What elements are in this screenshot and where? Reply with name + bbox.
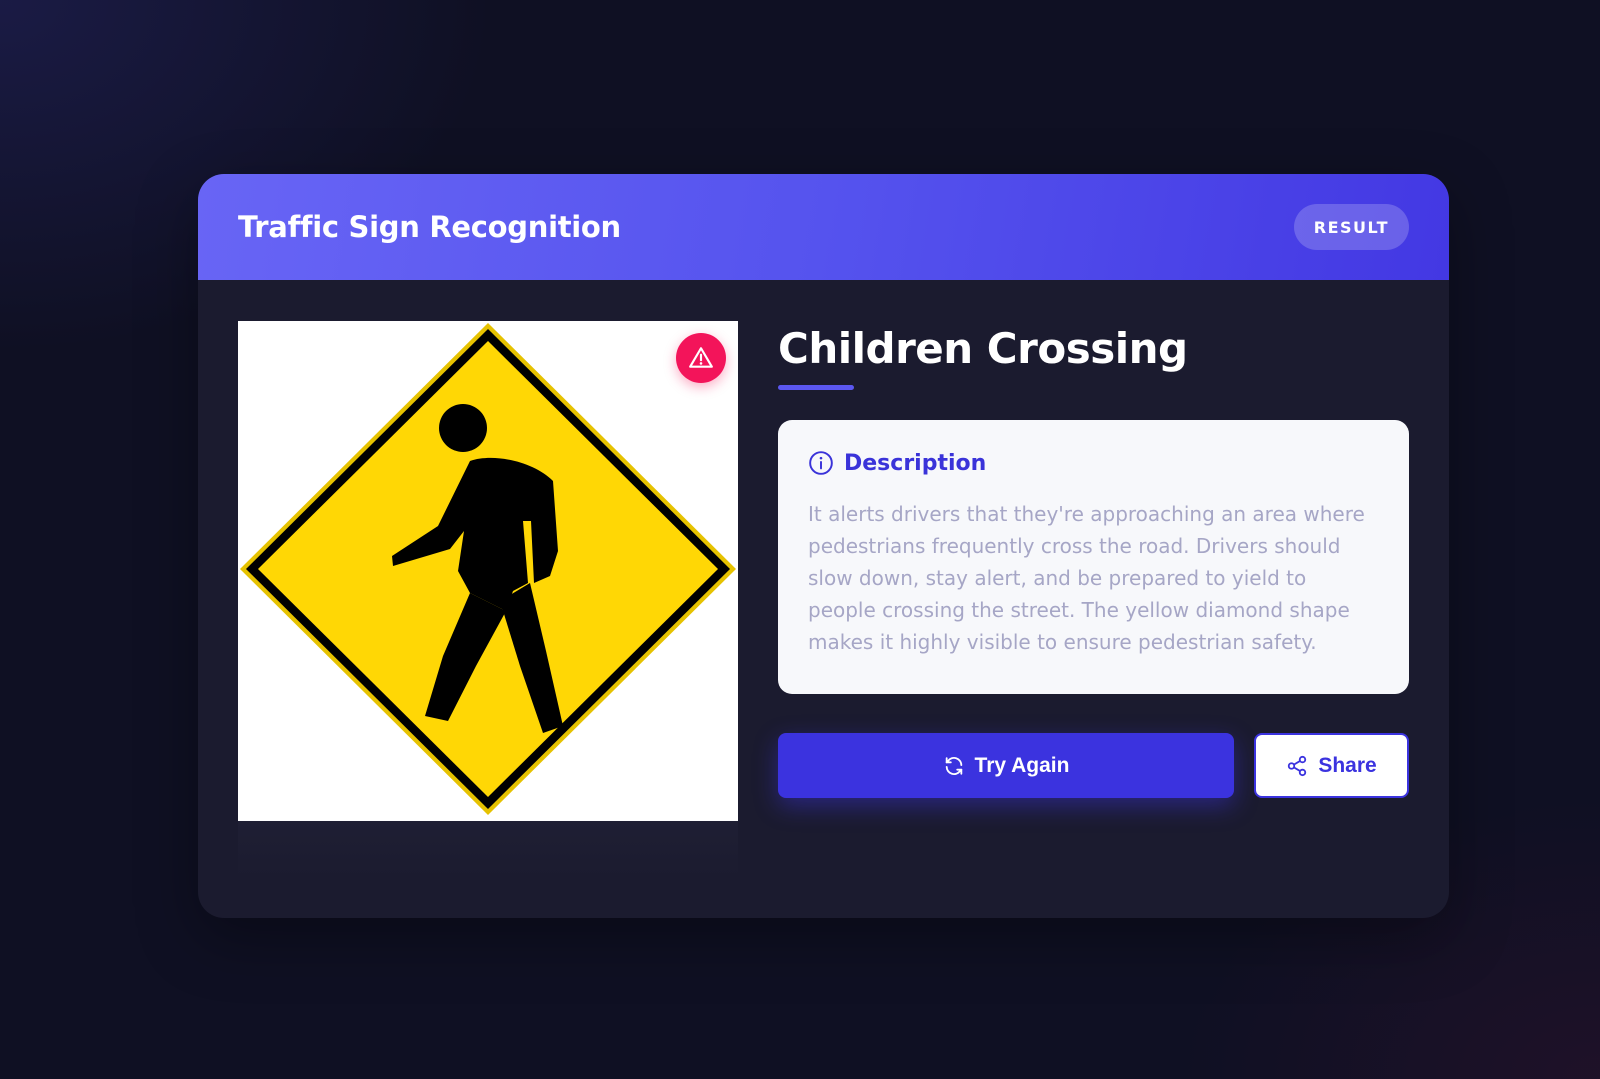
description-heading: Description xyxy=(808,450,1379,476)
share-button[interactable]: Share xyxy=(1254,733,1409,798)
try-again-label: Try Again xyxy=(974,753,1070,777)
info-icon xyxy=(809,451,833,475)
warning-triangle-icon xyxy=(689,347,713,368)
result-badge: RESULT xyxy=(1293,204,1409,250)
result-title: Children Crossing xyxy=(778,324,1188,373)
description-heading-label: Description xyxy=(844,450,987,476)
card-header: Traffic Sign Recognition RESULT xyxy=(198,174,1449,280)
share-label: Share xyxy=(1318,753,1377,777)
description-text: It alerts drivers that they're approachi… xyxy=(808,502,1365,654)
refresh-icon xyxy=(945,756,962,775)
result-card: Traffic Sign Recognition RESULT Children… xyxy=(198,174,1449,918)
image-shadow xyxy=(238,821,738,877)
warning-badge xyxy=(676,333,726,383)
title-underline xyxy=(778,385,854,390)
app-title: Traffic Sign Recognition xyxy=(238,210,621,244)
description-box: Description It alerts drivers that they'… xyxy=(778,420,1409,694)
share-icon xyxy=(1288,755,1307,776)
try-again-button[interactable]: Try Again xyxy=(778,733,1234,798)
pedestrian-sign-graphic xyxy=(240,323,736,815)
sign-image xyxy=(238,321,738,821)
